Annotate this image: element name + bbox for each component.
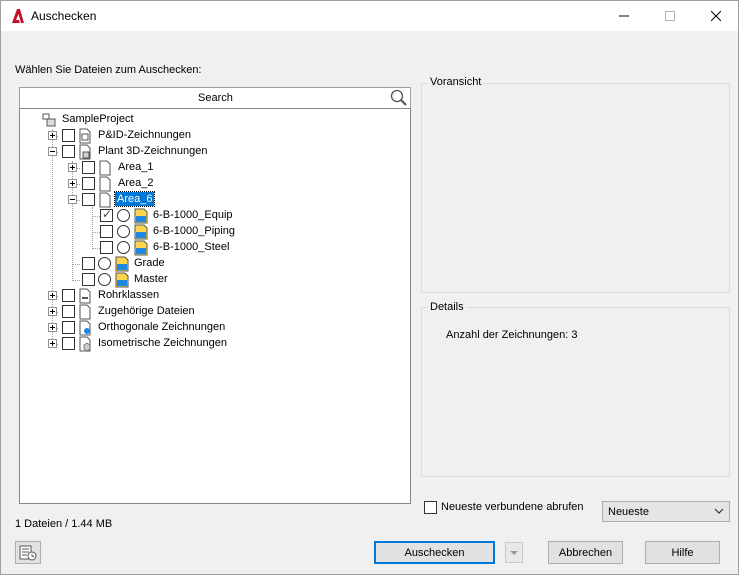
window-title: Auschecken [31, 9, 97, 23]
checkout-options-button[interactable] [505, 542, 523, 563]
status-radio-master[interactable] [98, 273, 111, 286]
preview-title: Voransicht [428, 76, 484, 88]
drawing-count: Anzahl der Zeichnungen: 3 [446, 329, 578, 341]
checkout-button[interactable]: Auschecken [374, 541, 495, 564]
version-select[interactable]: Neueste [602, 501, 730, 522]
select-files-label: Wählen Sie Dateien zum Auschecken: [15, 64, 202, 76]
caret-down-icon [510, 550, 518, 555]
chevron-down-icon [714, 508, 724, 514]
get-latest-checkbox[interactable] [424, 501, 437, 514]
search-icon[interactable] [390, 89, 408, 107]
tree-label-plant3d: Plant 3D-Zeichnungen [98, 145, 208, 157]
tree-label-piping: 6-B-1000_Piping [153, 225, 235, 237]
help-button[interactable]: Hilfe [645, 541, 720, 564]
checkout-log-icon [19, 545, 37, 560]
cancel-button[interactable]: Abbrechen [548, 541, 623, 564]
search-label: Search [198, 92, 233, 104]
tree-label-area1: Area_1 [118, 161, 154, 173]
drawing-file-icon [134, 240, 148, 256]
tree-label-related-files: Zugehörige Dateien [98, 305, 195, 317]
expand-icon[interactable] [68, 163, 77, 172]
ortho-drawing-icon [79, 320, 91, 336]
project-icon [42, 113, 56, 127]
checkbox-rohrklassen[interactable] [62, 289, 75, 302]
details-title: Details [428, 301, 466, 313]
expand-icon[interactable] [48, 339, 57, 348]
collapse-icon[interactable] [48, 147, 57, 156]
selection-status: 1 Dateien / 1.44 MB [15, 518, 113, 530]
checkbox-grade[interactable] [82, 257, 95, 270]
tree-label-area2: Area_2 [118, 177, 154, 189]
tree-label-master: Master [134, 273, 168, 285]
file-tree[interactable]: SampleProject P&ID-Zeichnungen Plant 3D-… [19, 108, 411, 504]
expand-icon[interactable] [48, 323, 57, 332]
checkbox-master[interactable] [82, 273, 95, 286]
folder-document-icon [99, 160, 111, 176]
version-select-value: Neueste [608, 506, 649, 518]
checkbox-equip[interactable] [100, 207, 113, 222]
checkbox-plant3d[interactable] [62, 145, 75, 158]
checkbox-area1[interactable] [82, 161, 95, 174]
log-button[interactable] [15, 541, 41, 564]
tree-label-grade: Grade [134, 257, 165, 269]
tree-label-pid: P&ID-Zeichnungen [98, 129, 191, 141]
pipe-spec-icon [79, 288, 91, 304]
tree-label-ortho: Orthogonale Zeichnungen [98, 321, 226, 333]
drawing-file-icon [134, 224, 148, 240]
checkbox-piping[interactable] [100, 225, 113, 238]
tree-label-steel: 6-B-1000_Steel [153, 241, 230, 253]
folder-document-icon [99, 176, 111, 192]
tree-label-rohrklassen: Rohrklassen [98, 289, 160, 301]
tree-label-iso: Isometrische Zeichnungen [98, 337, 228, 349]
minimize-button[interactable] [601, 1, 647, 31]
checkbox-steel[interactable] [100, 241, 113, 254]
status-radio-steel[interactable] [117, 241, 130, 254]
tree-label-area6: Area_6 [113, 191, 156, 207]
checkbox-iso[interactable] [62, 337, 75, 350]
iso-drawing-icon [79, 336, 91, 352]
expand-icon[interactable] [48, 291, 57, 300]
pid-drawing-icon [79, 128, 91, 144]
checkbox-area6[interactable] [82, 193, 95, 206]
title-bar[interactable]: Auschecken [1, 1, 738, 31]
maximize-icon [665, 11, 675, 21]
status-radio-equip[interactable] [117, 209, 130, 222]
close-icon [711, 11, 721, 21]
expand-icon[interactable] [68, 179, 77, 188]
search-bar[interactable]: Search [19, 87, 411, 108]
checkbox-pid[interactable] [62, 129, 75, 142]
minimize-icon [619, 15, 629, 17]
tree-label-equip: 6-B-1000_Equip [153, 209, 233, 221]
preview-panel [421, 83, 730, 293]
drawing-file-icon [134, 208, 148, 224]
checkbox-area2[interactable] [82, 177, 95, 190]
checkbox-related-files[interactable] [62, 305, 75, 318]
drawing-file-icon [115, 272, 129, 288]
folder-document-icon [99, 192, 111, 208]
status-radio-piping[interactable] [117, 225, 130, 238]
drawing-file-icon [115, 256, 129, 272]
tree-label-root: SampleProject [62, 113, 134, 125]
plant3d-drawing-icon [79, 144, 91, 160]
get-latest-label[interactable]: Neueste verbundene abrufen [441, 501, 584, 513]
maximize-button[interactable] [647, 1, 693, 31]
close-button[interactable] [693, 1, 739, 31]
autocad-logo-icon [12, 9, 24, 23]
checkout-dialog: Auschecken Wählen Sie Dateien zum Ausche… [0, 0, 739, 575]
collapse-icon[interactable] [68, 195, 77, 204]
expand-icon[interactable] [48, 307, 57, 316]
expand-icon[interactable] [48, 131, 57, 140]
document-icon [79, 304, 91, 320]
checkbox-ortho[interactable] [62, 321, 75, 334]
status-radio-grade[interactable] [98, 257, 111, 270]
